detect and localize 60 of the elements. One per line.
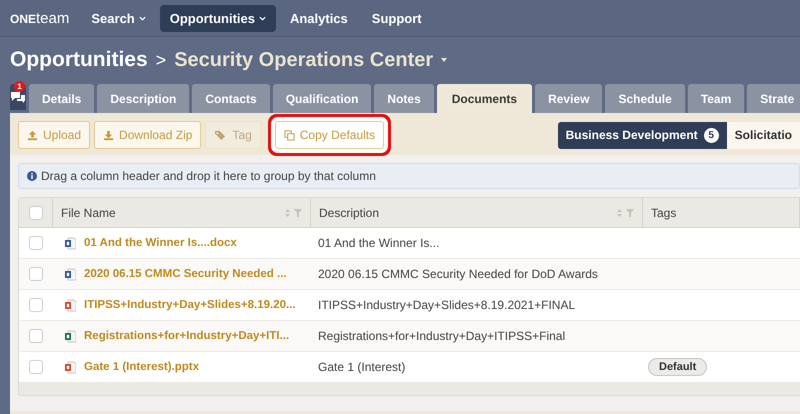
count-badge: 5	[704, 128, 719, 142]
tab[interactable]: Description	[97, 84, 190, 113]
segment-button[interactable]: Solicitatio	[726, 122, 800, 148]
row-checkbox[interactable]	[28, 267, 42, 281]
document-icon	[64, 268, 76, 280]
column-header[interactable]: File Name	[61, 206, 116, 220]
tab[interactable]: Schedule	[605, 84, 685, 113]
file-name-link[interactable]: 01 And the Winner Is....docx	[84, 237, 237, 249]
column-header[interactable]: Description	[319, 206, 380, 220]
tab[interactable]: Qualification	[272, 84, 372, 113]
sort-filter-icon[interactable]	[616, 208, 636, 218]
tab[interactable]: Notes	[374, 84, 434, 113]
nav-menu-item[interactable]: Analytics	[280, 4, 358, 32]
notification-badge: 1	[14, 81, 25, 92]
select-all-checkbox[interactable]	[28, 206, 42, 220]
toolbar-button[interactable]: Upload	[18, 121, 90, 149]
upload-icon	[27, 130, 38, 140]
tag-chip: Default	[648, 358, 708, 376]
file-name-link[interactable]: 2020 06.15 CMMC Security Needed ...	[84, 268, 287, 280]
caret-icon[interactable]	[441, 58, 448, 62]
toolbar-button[interactable]: Download Zip	[94, 121, 202, 149]
tab[interactable]: Team	[688, 84, 744, 113]
app-logo[interactable]: ONEteam	[10, 10, 70, 26]
document-icon	[64, 298, 76, 312]
row-checkbox[interactable]	[28, 329, 42, 343]
tab[interactable]: Documents	[436, 84, 532, 113]
sort-filter-icon[interactable]	[284, 208, 304, 218]
table-cell: ITIPSS+Industry+Day+Slides+8.19.2021+FINAL	[318, 298, 576, 312]
tab[interactable]: Strate	[747, 84, 800, 113]
document-icon	[64, 330, 76, 342]
chat-button[interactable]: 1	[10, 84, 26, 110]
page-title: Security Operations Center	[174, 48, 434, 72]
row-checkbox[interactable]	[28, 236, 42, 250]
tags-icon	[214, 130, 228, 140]
table-cell: 2020 06.15 CMMC Security Needed for DoD Awards	[318, 267, 598, 281]
tab[interactable]: Review	[535, 84, 602, 113]
table-cell: 01 And the Winner Is...	[318, 236, 440, 250]
download-icon	[103, 130, 114, 140]
document-icon	[64, 236, 76, 250]
column-header[interactable]: Tags	[651, 206, 676, 220]
copy-icon	[284, 130, 295, 140]
segment-button[interactable]: Business Development 5	[558, 122, 727, 148]
file-name-link[interactable]: Registrations+for+Industry+Day+ITI...	[84, 330, 290, 342]
row-checkbox[interactable]	[28, 298, 42, 312]
group-by-hint: Drag a column header and drop it here to group by that column	[41, 169, 376, 183]
nav-menu-item[interactable]: Opportunities	[160, 4, 276, 32]
tab[interactable]: Details	[29, 84, 94, 113]
info-icon	[27, 171, 37, 181]
nav-menu-item[interactable]: Search	[81, 4, 156, 32]
breadcrumb-separator: >	[156, 50, 166, 70]
document-icon	[64, 360, 76, 374]
tab[interactable]: Contacts	[192, 84, 270, 113]
row-checkbox[interactable]	[28, 360, 42, 374]
file-name-link[interactable]: ITIPSS+Industry+Day+Slides+8.19.20...	[84, 299, 296, 311]
table-cell: Registrations+for+Industry+Day+ITIPSS+Final	[318, 329, 566, 343]
table-cell: Gate 1 (Interest)	[318, 360, 406, 374]
breadcrumb-parent[interactable]: Opportunities	[10, 48, 148, 72]
chat-bubbles-icon	[10, 90, 26, 104]
file-name-link[interactable]: Gate 1 (Interest).pptx	[84, 361, 200, 373]
nav-menu-item[interactable]: Support	[362, 4, 432, 32]
